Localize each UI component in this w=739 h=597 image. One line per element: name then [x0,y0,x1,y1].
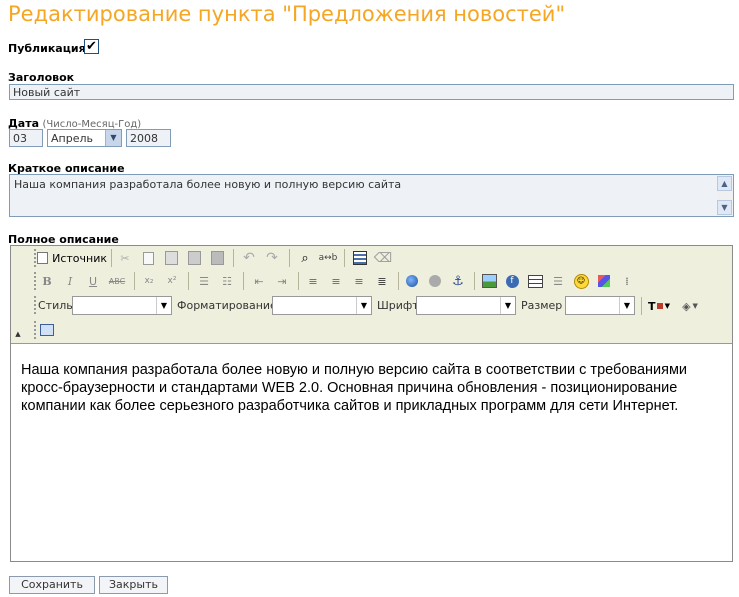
toolbar-separator [233,249,234,267]
font-label: Шрифт [377,299,419,312]
select-all-icon[interactable] [350,248,370,268]
undo-icon[interactable]: ↶ [239,248,259,268]
align-center-icon[interactable]: ≡ [326,271,346,291]
text-color-button[interactable]: T ▼ [645,296,673,316]
cut-icon[interactable]: ✂ [115,248,135,268]
flash-icon[interactable]: f [502,271,522,291]
align-left-icon[interactable]: ≡ [303,271,323,291]
underline-button[interactable]: U [83,271,103,291]
short-description-text: Наша компания разработала более новую и … [14,178,402,191]
color-swatch [656,303,663,309]
indent-icon[interactable]: ⇥ [272,271,292,291]
replace-icon[interactable]: a↔b [318,248,338,268]
toolbar-separator [344,249,345,267]
save-button[interactable]: Сохранить [9,576,95,594]
page-title: Редактирование пункта "Предложения новос… [8,2,566,26]
redo-icon[interactable]: ↷ [262,248,282,268]
page-break-icon[interactable]: ⁞ [617,271,637,291]
chevron-down-icon[interactable]: ▼ [105,130,121,146]
chevron-down-icon[interactable]: ▼ [500,297,515,314]
short-description-textarea[interactable]: Наша компания разработала более новую и … [9,174,734,217]
image-icon[interactable] [479,271,499,291]
paste-icon[interactable] [161,248,181,268]
chevron-down-icon[interactable]: ▼ [619,297,634,314]
bold-button[interactable]: B [37,271,57,291]
style-dropdown[interactable]: ▼ [72,296,172,315]
toolbar-separator [289,249,290,267]
source-label: Источник [52,251,107,265]
toolbar-separator [188,272,189,290]
chevron-down-icon: ▼ [692,302,698,310]
outdent-icon[interactable]: ⇤ [249,271,269,291]
align-right-icon[interactable]: ≡ [349,271,369,291]
superscript-icon[interactable]: x² [162,271,182,291]
copy-icon[interactable] [138,248,158,268]
paste-word-icon[interactable] [207,248,227,268]
background-color-button[interactable]: ◈ ▼ [676,296,704,316]
paint-bucket-icon: ◈ [682,299,691,313]
rich-text-editor[interactable]: Источник ✂ ↶ ↷ ⌕ a↔b ⌫ B I U ABC x₂ x² ☰… [10,245,733,562]
find-icon[interactable]: ⌕ [295,248,315,268]
strike-button[interactable]: ABC [106,271,128,291]
italic-button[interactable]: I [60,271,80,291]
format-dropdown[interactable]: ▼ [272,296,372,315]
anchor-icon[interactable]: ⚓ [448,271,468,291]
format-label: Форматирование [177,299,277,312]
paste-text-icon[interactable] [184,248,204,268]
source-icon [37,252,49,264]
chevron-down-icon: ▼ [664,302,670,310]
scrollbar[interactable]: ▲ ▼ [717,176,732,215]
check-icon: ✔ [86,39,97,54]
heading-input[interactable]: Новый сайт [9,84,734,100]
chevron-down-icon[interactable]: ▼ [156,297,171,314]
font-dropdown[interactable]: ▼ [416,296,516,315]
toolbar-separator [398,272,399,290]
editor-content[interactable]: Наша компания разработала более новую и … [21,361,711,415]
smiley-icon[interactable]: ☺ [571,271,591,291]
toolbar-separator [134,272,135,290]
justify-icon[interactable]: ≣ [372,271,392,291]
publish-checkbox[interactable]: ✔ [84,39,99,54]
date-year-input[interactable]: 2008 [126,129,171,147]
date-month-value: Апрель [51,132,93,145]
source-button[interactable]: Источник [37,248,107,268]
toolbar-separator [111,249,112,267]
publish-label: Публикация [8,42,86,55]
heading-label: Заголовок [8,71,75,84]
toolbar-separator [641,297,642,315]
date-day-input[interactable]: 03 [9,129,43,147]
chevron-down-icon[interactable]: ▼ [356,297,371,314]
editor-toolbar: Источник ✂ ↶ ↷ ⌕ a↔b ⌫ B I U ABC x₂ x² ☰… [11,246,732,344]
table-icon[interactable] [525,271,545,291]
style-label: Стиль [38,299,73,312]
eraser-icon[interactable]: ⌫ [373,248,393,268]
collapse-toolbar-icon[interactable]: ▲ [13,324,23,344]
toolbar-separator [243,272,244,290]
unlink-icon[interactable] [425,271,445,291]
toolbar-separator [298,272,299,290]
bulleted-list-icon[interactable]: ☷ [217,271,237,291]
subscript-icon[interactable]: x₂ [139,271,159,291]
size-label: Размер [521,299,563,312]
link-icon[interactable] [402,271,422,291]
show-blocks-icon[interactable] [37,320,57,340]
scroll-up-icon[interactable]: ▲ [717,176,732,191]
special-char-icon[interactable] [594,271,614,291]
horizontal-rule-icon[interactable]: ☰ [548,271,568,291]
toolbar-separator [474,272,475,290]
text-color-icon: T [648,299,656,313]
date-month-select[interactable]: Апрель ▼ [47,129,122,147]
scroll-down-icon[interactable]: ▼ [717,200,732,215]
numbered-list-icon[interactable]: ☰ [194,271,214,291]
close-button[interactable]: Закрыть [99,576,168,594]
size-dropdown[interactable]: ▼ [565,296,635,315]
